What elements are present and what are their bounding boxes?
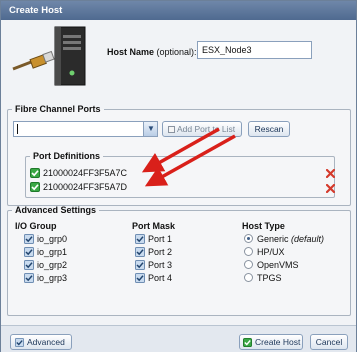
port-mask-label: Port 4 bbox=[148, 273, 173, 283]
checkmark-icon bbox=[243, 338, 252, 347]
text-caret bbox=[17, 124, 18, 134]
create-host-dialog: Create Host Host Name (optional): Fibre … bbox=[0, 0, 357, 352]
io-group-header: I/O Group bbox=[15, 221, 57, 231]
port-mask-checkbox[interactable]: Port 3 bbox=[135, 260, 172, 271]
checkbox-checked-icon bbox=[24, 273, 34, 283]
add-icon bbox=[168, 126, 175, 133]
dropdown-button[interactable]: ▼ bbox=[143, 122, 157, 136]
cancel-button[interactable]: Cancel bbox=[310, 334, 348, 350]
advanced-settings-legend: Advanced Settings bbox=[15, 205, 97, 215]
host-type-label: OpenVMS bbox=[257, 260, 299, 270]
rescan-button[interactable]: Rescan bbox=[248, 121, 290, 137]
dialog-title: Create Host bbox=[1, 1, 356, 20]
checkbox-checked-icon bbox=[135, 260, 145, 270]
host-type-label: HP/UX bbox=[257, 247, 285, 257]
io-group-checkbox[interactable]: io_grp1 bbox=[24, 247, 67, 258]
io-group-label: io_grp1 bbox=[37, 247, 68, 257]
radio-unselected-icon bbox=[244, 273, 253, 282]
radio-unselected-icon bbox=[244, 260, 253, 269]
port-definition-row: 21000024FF3F5A7D bbox=[30, 181, 127, 194]
host-type-radio-hpux[interactable]: HP/UX bbox=[244, 247, 285, 258]
host-name-label: Host Name (optional): bbox=[107, 47, 197, 57]
checkbox-checked-icon bbox=[135, 247, 145, 257]
fc-port-combobox[interactable]: ▼ bbox=[13, 121, 158, 137]
checkmark-icon bbox=[30, 182, 40, 192]
host-type-header: Host Type bbox=[242, 221, 285, 231]
checkbox-checked-icon bbox=[24, 247, 34, 257]
host-type-radio-openvms[interactable]: OpenVMS bbox=[244, 260, 299, 271]
port-wwpn: 21000024FF3F5A7C bbox=[43, 168, 128, 178]
host-name-input[interactable] bbox=[197, 41, 312, 59]
add-port-button[interactable]: Add Port to List bbox=[162, 121, 242, 137]
host-type-label: TPGS bbox=[257, 273, 282, 283]
default-hint: (default) bbox=[291, 234, 325, 244]
chevron-down-icon: ▼ bbox=[147, 124, 155, 133]
checkbox-checked-icon bbox=[15, 338, 24, 347]
port-mask-checkbox[interactable]: Port 1 bbox=[135, 234, 172, 245]
add-port-label: Add Port to List bbox=[177, 124, 236, 134]
create-host-label: Create Host bbox=[255, 337, 301, 347]
io-group-checkbox[interactable]: io_grp2 bbox=[24, 260, 67, 271]
checkbox-checked-icon bbox=[24, 260, 34, 270]
host-type-radio-generic[interactable]: Generic (default) bbox=[244, 234, 324, 245]
port-mask-header: Port Mask bbox=[132, 221, 176, 231]
port-definition-row: 21000024FF3F5A7C bbox=[30, 167, 127, 180]
io-group-checkbox[interactable]: io_grp3 bbox=[24, 273, 67, 284]
io-group-label: io_grp2 bbox=[37, 260, 68, 270]
create-host-button[interactable]: Create Host bbox=[239, 334, 303, 350]
server-cable-icon bbox=[12, 26, 86, 86]
delete-icon[interactable] bbox=[326, 169, 335, 178]
radio-unselected-icon bbox=[244, 247, 253, 256]
host-name-hint: (optional): bbox=[156, 47, 197, 57]
checkbox-checked-icon bbox=[24, 234, 34, 244]
host-name-label-text: Host Name bbox=[107, 47, 155, 57]
checkmark-icon bbox=[30, 168, 40, 178]
checkbox-checked-icon bbox=[135, 234, 145, 244]
port-mask-checkbox[interactable]: Port 4 bbox=[135, 273, 172, 284]
host-type-label: Generic bbox=[257, 234, 289, 244]
port-mask-label: Port 1 bbox=[148, 234, 173, 244]
advanced-toggle-button[interactable]: Advanced bbox=[10, 334, 72, 350]
host-type-radio-tpgs[interactable]: TPGS bbox=[244, 273, 282, 284]
io-group-checkbox[interactable]: io_grp0 bbox=[24, 234, 67, 245]
port-wwpn: 21000024FF3F5A7D bbox=[43, 182, 128, 192]
checkbox-checked-icon bbox=[135, 273, 145, 283]
port-mask-label: Port 3 bbox=[148, 260, 173, 270]
delete-icon[interactable] bbox=[326, 184, 335, 193]
port-definitions-legend: Port Definitions bbox=[33, 151, 100, 161]
fibre-channel-legend: Fibre Channel Ports bbox=[15, 104, 101, 114]
io-group-label: io_grp3 bbox=[37, 273, 68, 283]
radio-selected-icon bbox=[244, 234, 253, 243]
port-mask-label: Port 2 bbox=[148, 247, 173, 257]
advanced-label: Advanced bbox=[27, 337, 65, 347]
port-mask-checkbox[interactable]: Port 2 bbox=[135, 247, 172, 258]
io-group-label: io_grp0 bbox=[37, 234, 68, 244]
